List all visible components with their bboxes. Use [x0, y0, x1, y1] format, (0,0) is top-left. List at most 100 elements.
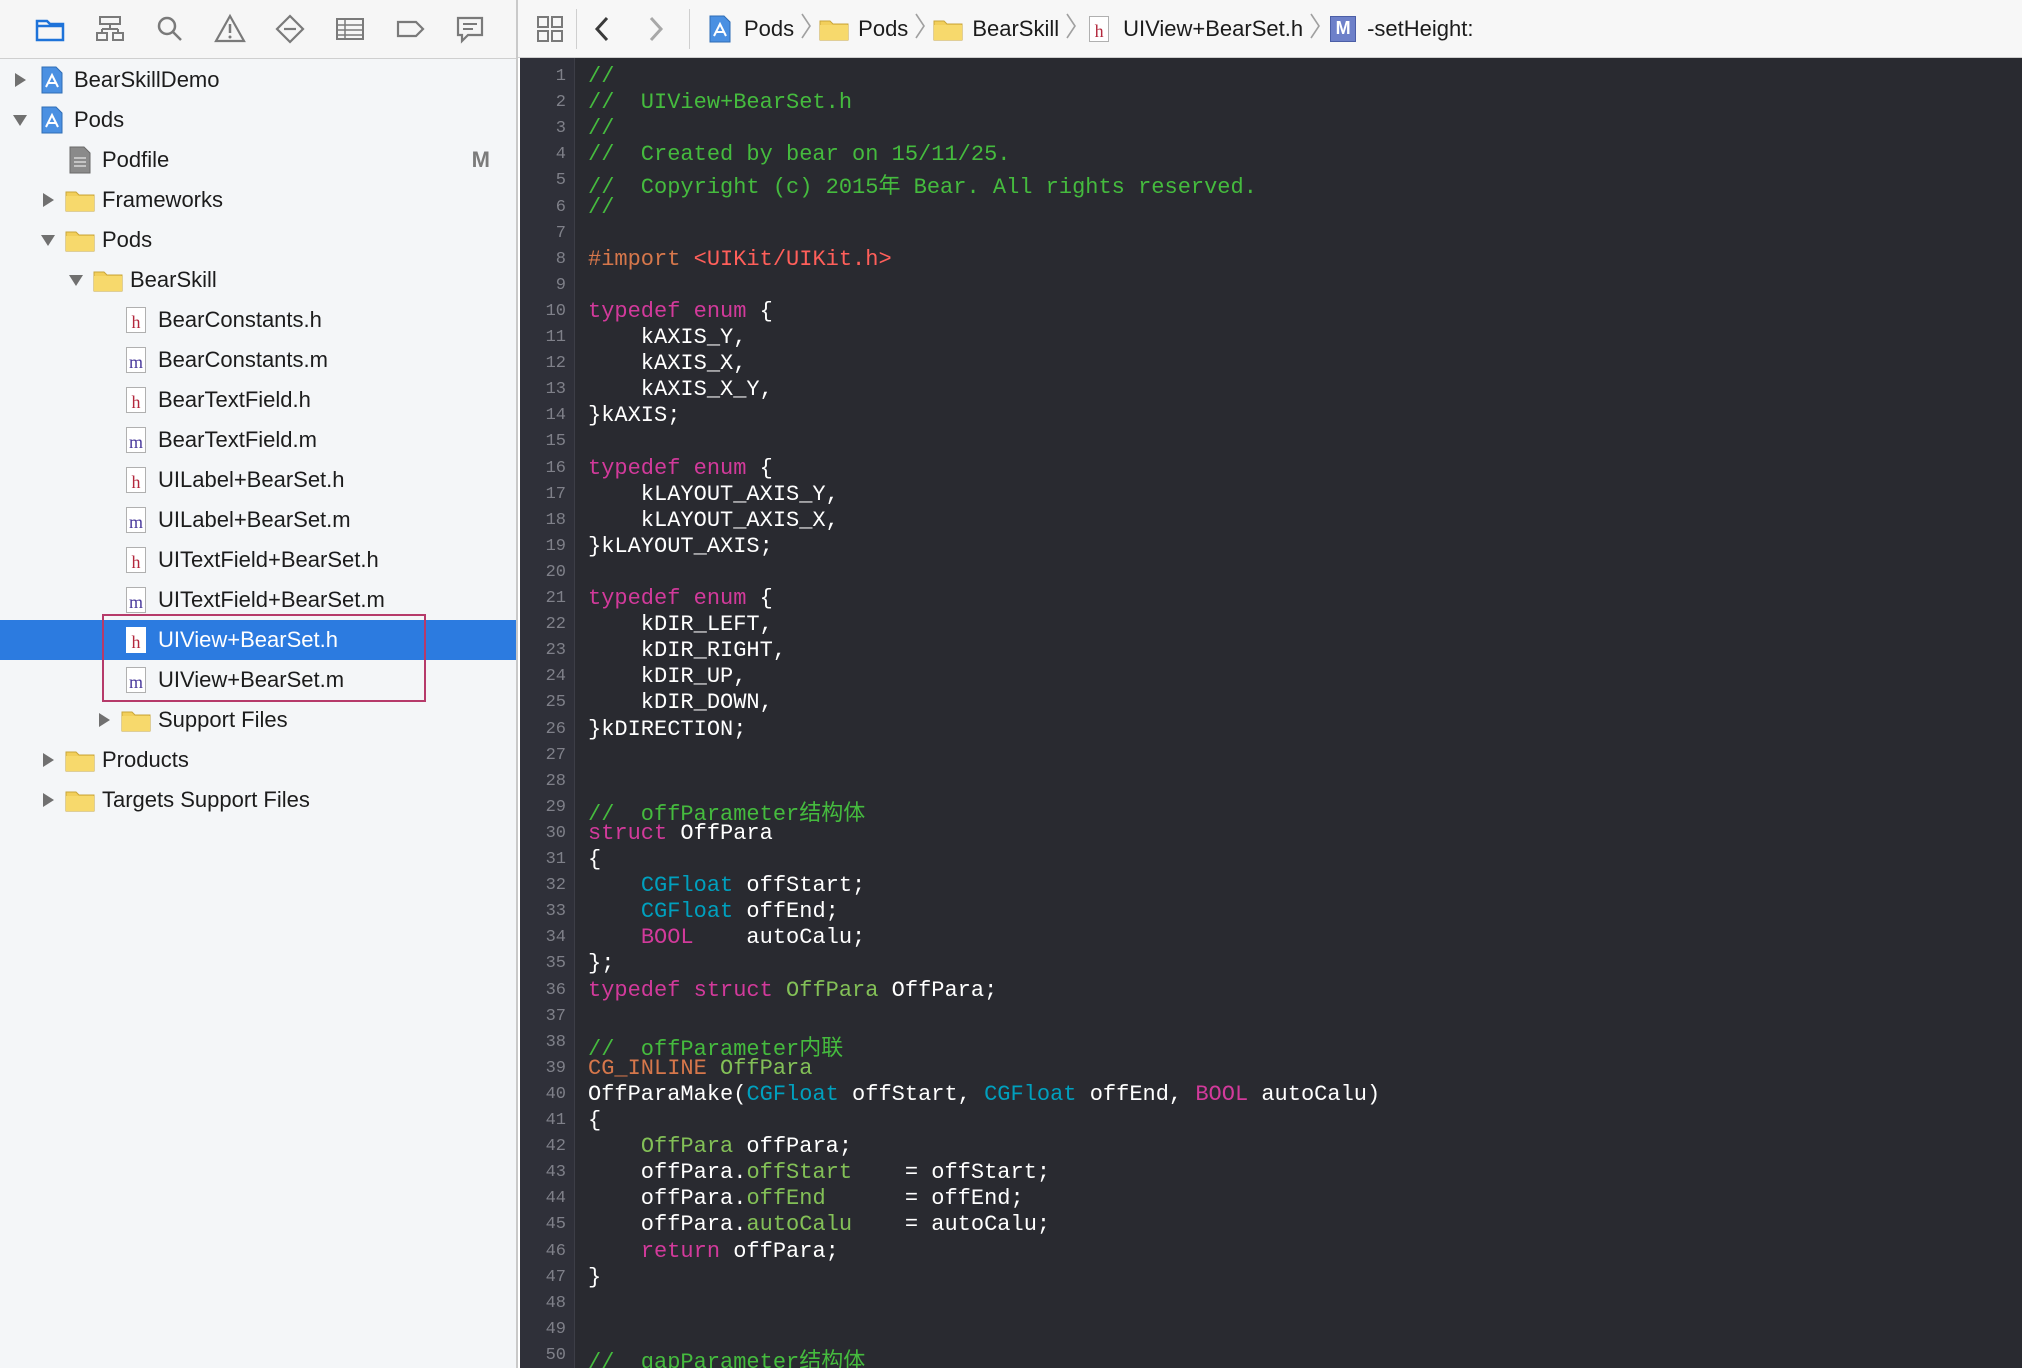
disclosure-expanded-icon[interactable] [38, 230, 58, 250]
chevron-right-icon [649, 16, 664, 41]
navigator-item[interactable]: Products [0, 740, 516, 780]
breadcrumb-item[interactable]: M -setHeight: [1329, 15, 1474, 43]
m-file-icon: m [126, 587, 146, 613]
code-line: return offPara; [588, 1239, 839, 1264]
line-number: 31 [545, 850, 566, 869]
navigator-item[interactable]: h BearConstants.h [0, 300, 516, 340]
disclosure-collapsed-icon[interactable] [38, 750, 58, 770]
code-token-plain: }kLAYOUT_AXIS; [588, 533, 773, 559]
breadcrumb-item[interactable]: Pods [819, 15, 908, 43]
navigator-item[interactable]: Pods [0, 100, 516, 140]
navigator-item[interactable]: m BearTextField.m [0, 420, 516, 460]
disclosure-expanded-icon[interactable] [66, 270, 86, 290]
code-token-plain: { [746, 298, 773, 324]
jump-bar-separator [689, 8, 690, 49]
line-number: 23 [545, 641, 566, 661]
line-number: 26 [545, 719, 566, 739]
code-token-plain: }kDIRECTION; [588, 716, 747, 742]
navigator-tab-breakpoint[interactable] [390, 9, 430, 49]
disclosure-expanded-icon[interactable] [10, 110, 30, 130]
navigator-item[interactable]: Pods [0, 220, 516, 260]
navigator-item-icon: h [122, 546, 150, 574]
navigator-item[interactable]: h UITextField+BearSet.h [0, 540, 516, 580]
navigator-item[interactable]: Frameworks [0, 180, 516, 220]
code-token-pre: CG_INLINE [588, 1055, 707, 1081]
project-icon [707, 15, 733, 43]
breadcrumb-item[interactable]: BearSkill [933, 15, 1059, 43]
code-token-plain: autoCalu) [1248, 1081, 1381, 1107]
navigator-item[interactable]: m UIView+BearSet.m [0, 660, 516, 700]
navigator-tab-debug-list[interactable] [330, 9, 370, 49]
line-number: 15 [545, 432, 566, 452]
navigator-item[interactable]: Support Files [0, 700, 516, 740]
code-token-plain: = offEnd; [825, 1186, 1024, 1212]
line-number: 42 [545, 1137, 566, 1157]
navigator-item[interactable]: Targets Support Files [0, 780, 516, 820]
navigator-item[interactable]: Podfile M [0, 140, 516, 180]
breadcrumb-item[interactable]: Pods [706, 15, 794, 43]
navigator-item-label: UIView+BearSet.h [158, 627, 338, 652]
navigator-item[interactable]: BearSkill [0, 260, 516, 300]
disclosure-collapsed-icon[interactable] [94, 710, 114, 730]
navigator-tab-folder[interactable] [30, 9, 70, 49]
folder-icon [121, 708, 151, 732]
navigator-tab-report[interactable] [450, 9, 490, 49]
code-token-prj: OffPara [720, 1055, 813, 1081]
related-items-button[interactable] [530, 9, 570, 49]
navigator-item-icon [65, 786, 95, 814]
code-token-kw: enum [693, 455, 747, 481]
navigator-tab-warning[interactable] [210, 9, 250, 49]
h-file-icon: h [126, 547, 146, 573]
code-token-str: <UIKit/UIKit.h> [693, 246, 892, 272]
breadcrumb-item-icon [933, 15, 963, 43]
code-line: kAXIS_X_Y, [588, 377, 773, 402]
source-editor[interactable]: 1 2 3 4 5 6 7 8 9 10 11 12 13 14 15 16 17 18 19 20 21 22 23 24 2… [520, 58, 2022, 1368]
line-number: 49 [545, 1319, 566, 1339]
line-number: 6 [555, 197, 566, 217]
folder-icon [819, 17, 849, 41]
back-button[interactable] [583, 9, 623, 49]
line-number: 10 [545, 301, 566, 321]
line-number: 25 [545, 693, 566, 713]
navigator-item-icon: m [122, 506, 150, 534]
folder-icon [65, 188, 95, 212]
disclosure-collapsed-icon[interactable] [38, 190, 58, 210]
line-number: 40 [545, 1084, 566, 1104]
navigator-item[interactable]: m UITextField+BearSet.m [0, 580, 516, 620]
line-number: 29 [545, 797, 566, 817]
navigator-item[interactable]: m BearConstants.m [0, 340, 516, 380]
breadcrumb-item[interactable]: h UIView+BearSet.h [1085, 15, 1303, 43]
forward-button[interactable] [635, 9, 675, 49]
m-file-icon: m [126, 427, 146, 453]
navigator-item[interactable]: h UILabel+BearSet.h [0, 460, 516, 500]
navigator-item-icon: h [122, 626, 150, 654]
m-file-icon: m [126, 667, 146, 693]
code-token-plain: kAXIS_Y, [588, 325, 747, 350]
code-line: CGFloat offStart; [588, 873, 865, 898]
line-number: 20 [545, 562, 566, 582]
project-icon [39, 66, 65, 94]
navigator-item[interactable]: BearSkillDemo [0, 60, 516, 100]
line-number: 38 [545, 1032, 566, 1052]
code-line: CGFloat offEnd; [588, 899, 839, 924]
navigator-tab-search[interactable] [150, 9, 190, 49]
code-token-kw: BOOL [640, 925, 694, 951]
disclosure-collapsed-icon[interactable] [10, 70, 30, 90]
navigator-tab-hierarchy[interactable] [90, 9, 130, 49]
navigator-item-icon [93, 266, 123, 294]
breakpoint-icon [396, 20, 425, 38]
navigator-item[interactable]: h BearTextField.h [0, 380, 516, 420]
h-file-icon: h [126, 387, 146, 413]
code-token-plain: offStart, [838, 1081, 985, 1107]
disclosure-collapsed-icon[interactable] [38, 790, 58, 810]
line-number: 18 [545, 510, 566, 530]
navigator-item[interactable]: h UIView+BearSet.h [0, 620, 516, 660]
navigator-item-icon [65, 746, 95, 774]
navigator-item[interactable]: m UILabel+BearSet.m [0, 500, 516, 540]
code-token-plain: offPara; [720, 1238, 839, 1264]
navigator-item-label: BearTextField.m [158, 427, 317, 452]
code-line: BOOL autoCalu; [588, 925, 865, 950]
navigator-tab-test-diamond[interactable] [270, 9, 310, 49]
